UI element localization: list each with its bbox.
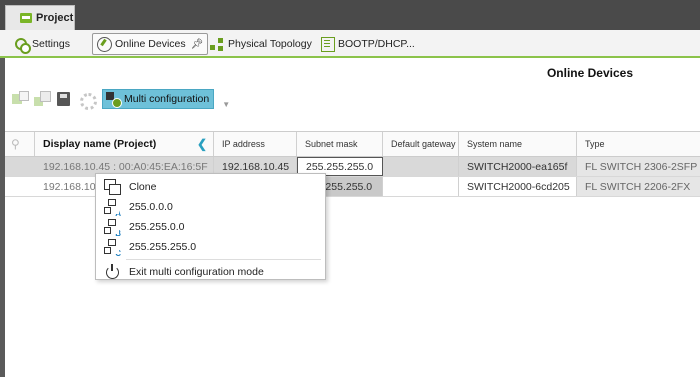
column-system-name[interactable]: System name <box>459 132 577 156</box>
filter-icon[interactable]: ⚲ <box>5 132 35 156</box>
chevron-down-icon[interactable]: ▼ <box>222 100 230 109</box>
menu-item-subnet-class-b[interactable]: B 255.255.0.0 <box>96 217 325 238</box>
write-config-icon[interactable] <box>12 91 29 107</box>
save-icon[interactable] <box>56 91 72 107</box>
page-title: Online Devices <box>546 66 633 80</box>
column-default-gateway[interactable]: Default gateway <box>383 132 459 156</box>
cell-system-name[interactable]: SWITCH2000-ea165f <box>459 157 577 176</box>
project-tab-label: Project <box>36 12 74 24</box>
project-icon <box>20 13 32 23</box>
tab-online-devices[interactable]: Online Devices 📌︎ <box>92 33 209 55</box>
project-tab[interactable]: Project <box>5 5 75 30</box>
tab-bootp-dhcp[interactable]: BOOTP/DHCP... <box>316 33 419 55</box>
menu-item-subnet-class-a[interactable]: A 255.0.0.0 <box>96 197 325 218</box>
tab-online-devices-label: Online Devices <box>115 38 186 50</box>
multi-configuration-label: Multi configuration <box>124 93 210 105</box>
menu-item-clone-label: Clone <box>129 181 157 193</box>
cell-default-gateway[interactable] <box>383 157 459 176</box>
column-display-name-label: Display name (Project) <box>43 138 157 150</box>
column-type[interactable]: Type <box>577 132 700 156</box>
network-class-c-icon: C <box>104 239 121 258</box>
multi-configuration-icon <box>106 92 122 108</box>
tab-bootp-dhcp-label: BOOTP/DHCP... <box>338 38 415 50</box>
menu-item-exit-multi-config[interactable]: Exit multi configuration mode <box>96 262 325 282</box>
column-subnet-mask[interactable]: Subnet mask <box>297 132 383 156</box>
tab-physical-topology[interactable]: Physical Topology <box>206 33 316 55</box>
menu-item-subnet-class-a-label: 255.0.0.0 <box>129 201 173 213</box>
column-ip-address[interactable]: IP address <box>214 132 297 156</box>
cell-type: FL SWITCH 2206-2FX <box>577 177 700 196</box>
read-config-icon[interactable] <box>34 91 51 107</box>
column-display-name[interactable]: Display name (Project) ❮ <box>35 132 214 156</box>
cell-default-gateway[interactable] <box>383 177 459 196</box>
cell-system-name[interactable]: SWITCH2000-6cd205 <box>459 177 577 196</box>
tab-physical-topology-label: Physical Topology <box>228 38 312 50</box>
cell-type: FL SWITCH 2306-2SFP <box>577 157 700 176</box>
menu-item-subnet-class-b-label: 255.255.0.0 <box>129 221 185 233</box>
context-menu: Clone A 255.0.0.0 B 255.255.0.0 C 255.25… <box>95 173 326 280</box>
multi-configuration-button[interactable]: Multi configuration <box>102 89 215 109</box>
top-bar: Project <box>0 0 700 30</box>
network-class-b-icon: B <box>104 219 121 238</box>
menu-item-clone[interactable]: Clone <box>96 177 325 197</box>
bootp-icon <box>320 37 335 52</box>
pin-icon[interactable]: 📌︎ <box>191 39 204 50</box>
power-icon <box>104 264 120 280</box>
tab-settings[interactable]: Settings <box>10 33 74 55</box>
tab-settings-label: Settings <box>32 38 70 50</box>
menu-item-subnet-class-c-label: 255.255.255.0 <box>129 241 197 253</box>
settings-gear-icon[interactable] <box>78 91 97 110</box>
toolbar: Multi configuration ▼ <box>12 88 230 110</box>
collapse-arrow-icon[interactable]: ❮ <box>197 137 207 151</box>
topology-icon <box>210 37 224 51</box>
clone-icon <box>104 179 121 195</box>
view-tab-row: Settings Online Devices 📌︎ Physical Topo… <box>0 30 700 58</box>
left-border <box>0 58 5 377</box>
network-class-a-icon: A <box>104 199 121 218</box>
online-devices-icon <box>97 37 112 52</box>
menu-item-exit-label: Exit multi configuration mode <box>129 266 264 278</box>
table-header: ⚲ Display name (Project) ❮ IP address Su… <box>5 131 700 157</box>
menu-item-subnet-class-c[interactable]: C 255.255.255.0 <box>96 237 325 258</box>
menu-divider <box>126 259 321 260</box>
settings-icon <box>14 37 31 54</box>
